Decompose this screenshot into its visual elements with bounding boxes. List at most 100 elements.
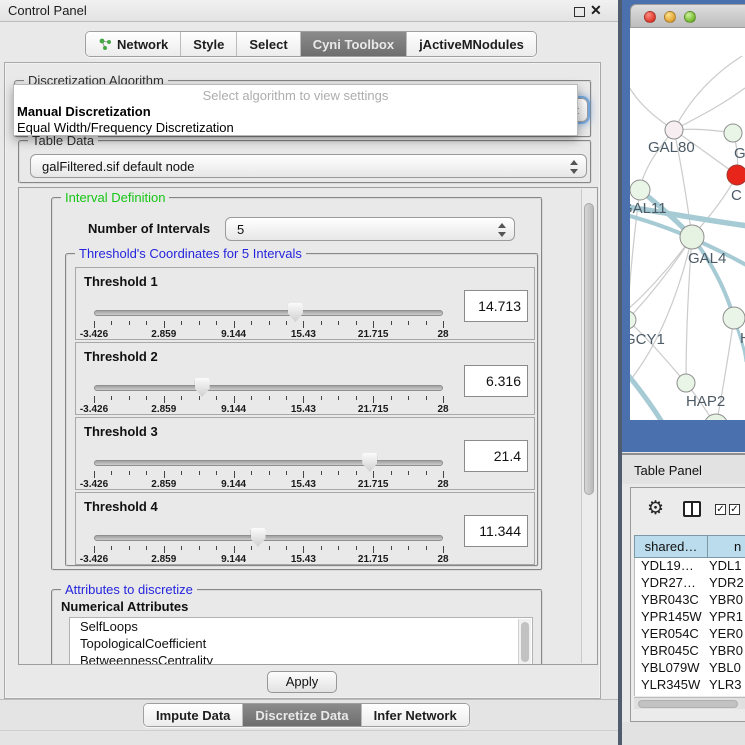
split-panel-icon[interactable] [683,501,701,517]
cell-name[interactable]: YIL0 [707,694,745,696]
attribute-item[interactable]: BetweennessCentrality [70,652,532,665]
threshold-value-field[interactable]: 21.4 [464,440,528,472]
table-row[interactable]: YDL19…YDL1 [635,558,745,575]
tab-impute-data[interactable]: Impute Data [144,704,243,726]
zoom-traffic-light-icon[interactable] [684,11,696,23]
scrollbar-thumb[interactable] [584,203,594,495]
gear-icon[interactable]: ⚙ [647,498,664,520]
float-window-icon[interactable] [574,7,585,17]
network-node-gal4[interactable] [680,225,704,249]
tab-style[interactable]: Style [181,32,237,56]
tab-cyni-toolbox[interactable]: Cyni Toolbox [301,32,407,56]
network-node-hap2[interactable] [677,374,695,392]
table-row[interactable]: YBR045CYBR0 [635,643,745,660]
attributes-list-scrollbar[interactable] [518,619,531,665]
popup-item-manual-discretization[interactable]: Manual Discretization [17,104,151,119]
slider-tick [146,546,147,550]
cell-shared-name[interactable]: YBL079W [635,660,707,677]
cell-name[interactable]: YPR1 [707,609,745,626]
table-horizontal-scrollbar[interactable] [634,697,745,709]
slider-thumb[interactable] [195,378,210,397]
apply-button[interactable]: Apply [267,671,337,693]
cell-shared-name[interactable]: YLR345W [635,677,707,694]
numerical-attributes-list[interactable]: SelfLoopsTopologicalCoefficientBetweenne… [69,617,533,665]
threshold-label: Threshold 4 [84,499,158,514]
network-node-h[interactable] [723,307,745,329]
attribute-item[interactable]: TopologicalCoefficient [70,635,532,652]
cell-shared-name[interactable]: YER054C [635,626,707,643]
slider-track[interactable] [94,535,443,541]
tab-jactivemnodules[interactable]: jActiveMNodules [407,32,536,56]
cell-name[interactable]: YBR0 [707,643,745,660]
slider-thumb[interactable] [251,528,266,547]
cell-shared-name[interactable]: YPR145W [635,609,707,626]
tab-select[interactable]: Select [237,32,300,56]
network-node-gal11[interactable] [630,180,650,200]
cell-name[interactable]: YBL0 [707,660,745,677]
column-header-name[interactable]: n [708,535,745,558]
threshold-value-field[interactable]: 14.713 [464,290,528,322]
cell-shared-name[interactable]: YIL052C [635,694,707,696]
settings-scrollbar[interactable] [581,189,596,663]
column-header-shared-name[interactable]: shared… [634,535,708,558]
threshold-value-field[interactable]: 6.316 [464,365,528,397]
node-label: GAL80 [648,139,695,156]
slider-tick [391,471,392,475]
number-of-intervals-combobox[interactable]: 5 [225,217,515,241]
table-row[interactable]: YIL052CYIL0 [635,694,745,696]
network-node[interactable] [704,414,728,420]
cell-shared-name[interactable]: YBR043C [635,592,707,609]
slider-tick [94,396,95,403]
slider-tick-label: 28 [421,329,465,340]
checkbox-icon[interactable]: ✓ [729,504,740,515]
table-data-combobox[interactable]: galFiltered.sif default node [30,154,587,178]
cell-name[interactable]: YLR3 [707,677,745,694]
popup-item-equal-width-frequency-discretization[interactable]: Equal Width/Frequency Discretization [17,120,234,135]
table-row[interactable]: YBL079WYBL0 [635,660,745,677]
table-row[interactable]: YLR345WYLR3 [635,677,745,694]
panel-title: Control Panel [8,3,87,18]
network-node-gcy1[interactable] [630,311,636,329]
table-data-value: galFiltered.sif default node [42,159,194,174]
table-row[interactable]: YDR27…YDR2 [635,575,745,592]
cell-name[interactable]: YBR0 [707,592,745,609]
network-node-ga[interactable] [724,124,742,142]
close-traffic-light-icon[interactable] [644,11,656,23]
slider-tick [321,321,322,325]
cell-name[interactable]: YDR2 [707,575,745,592]
table-row[interactable]: YPR145WYPR1 [635,609,745,626]
checkbox-icon[interactable]: ✓ [715,504,726,515]
cell-name[interactable]: YER0 [707,626,745,643]
network-node-gal80[interactable] [665,121,683,139]
slider-track[interactable] [94,460,443,466]
slider-track[interactable] [94,310,443,316]
scrollbar-thumb[interactable] [638,700,738,708]
network-window-titlebar[interactable] [630,4,745,28]
network-edge [674,56,742,130]
slider-tick-label: 21.715 [351,554,395,565]
slider-thumb[interactable] [362,453,377,472]
slider-track[interactable] [94,385,443,391]
scrollbar-thumb[interactable] [521,622,529,662]
tab-network[interactable]: Network [86,32,181,56]
cell-shared-name[interactable]: YBR045C [635,643,707,660]
table-row[interactable]: YBR043CYBR0 [635,592,745,609]
network-canvas[interactable]: GAL80GACGAL11GAL4GCY1HHAP2 [630,28,745,420]
tab-infer-network[interactable]: Infer Network [362,704,469,726]
cell-shared-name[interactable]: YDR27… [635,575,707,592]
cell-name[interactable]: YDL1 [707,558,745,575]
minimize-traffic-light-icon[interactable] [664,11,676,23]
threshold-value-field[interactable]: 11.344 [464,515,528,547]
node-label: HAP2 [686,393,725,410]
threshold-row-1: Threshold 1-3.4262.8599.14415.4321.71528… [75,267,535,340]
slider-thumb[interactable] [288,303,303,322]
tab-discretize-data[interactable]: Discretize Data [243,704,361,726]
cell-shared-name[interactable]: YDL19… [635,558,707,575]
slider-tick [426,396,427,400]
slider-tick [443,321,444,328]
attribute-item[interactable]: SelfLoops [70,618,532,635]
close-icon[interactable]: ✕ [590,2,602,19]
popup-prompt: Select algorithm to view settings [14,88,577,103]
network-node-c[interactable] [727,165,745,185]
table-row[interactable]: YER054CYER0 [635,626,745,643]
